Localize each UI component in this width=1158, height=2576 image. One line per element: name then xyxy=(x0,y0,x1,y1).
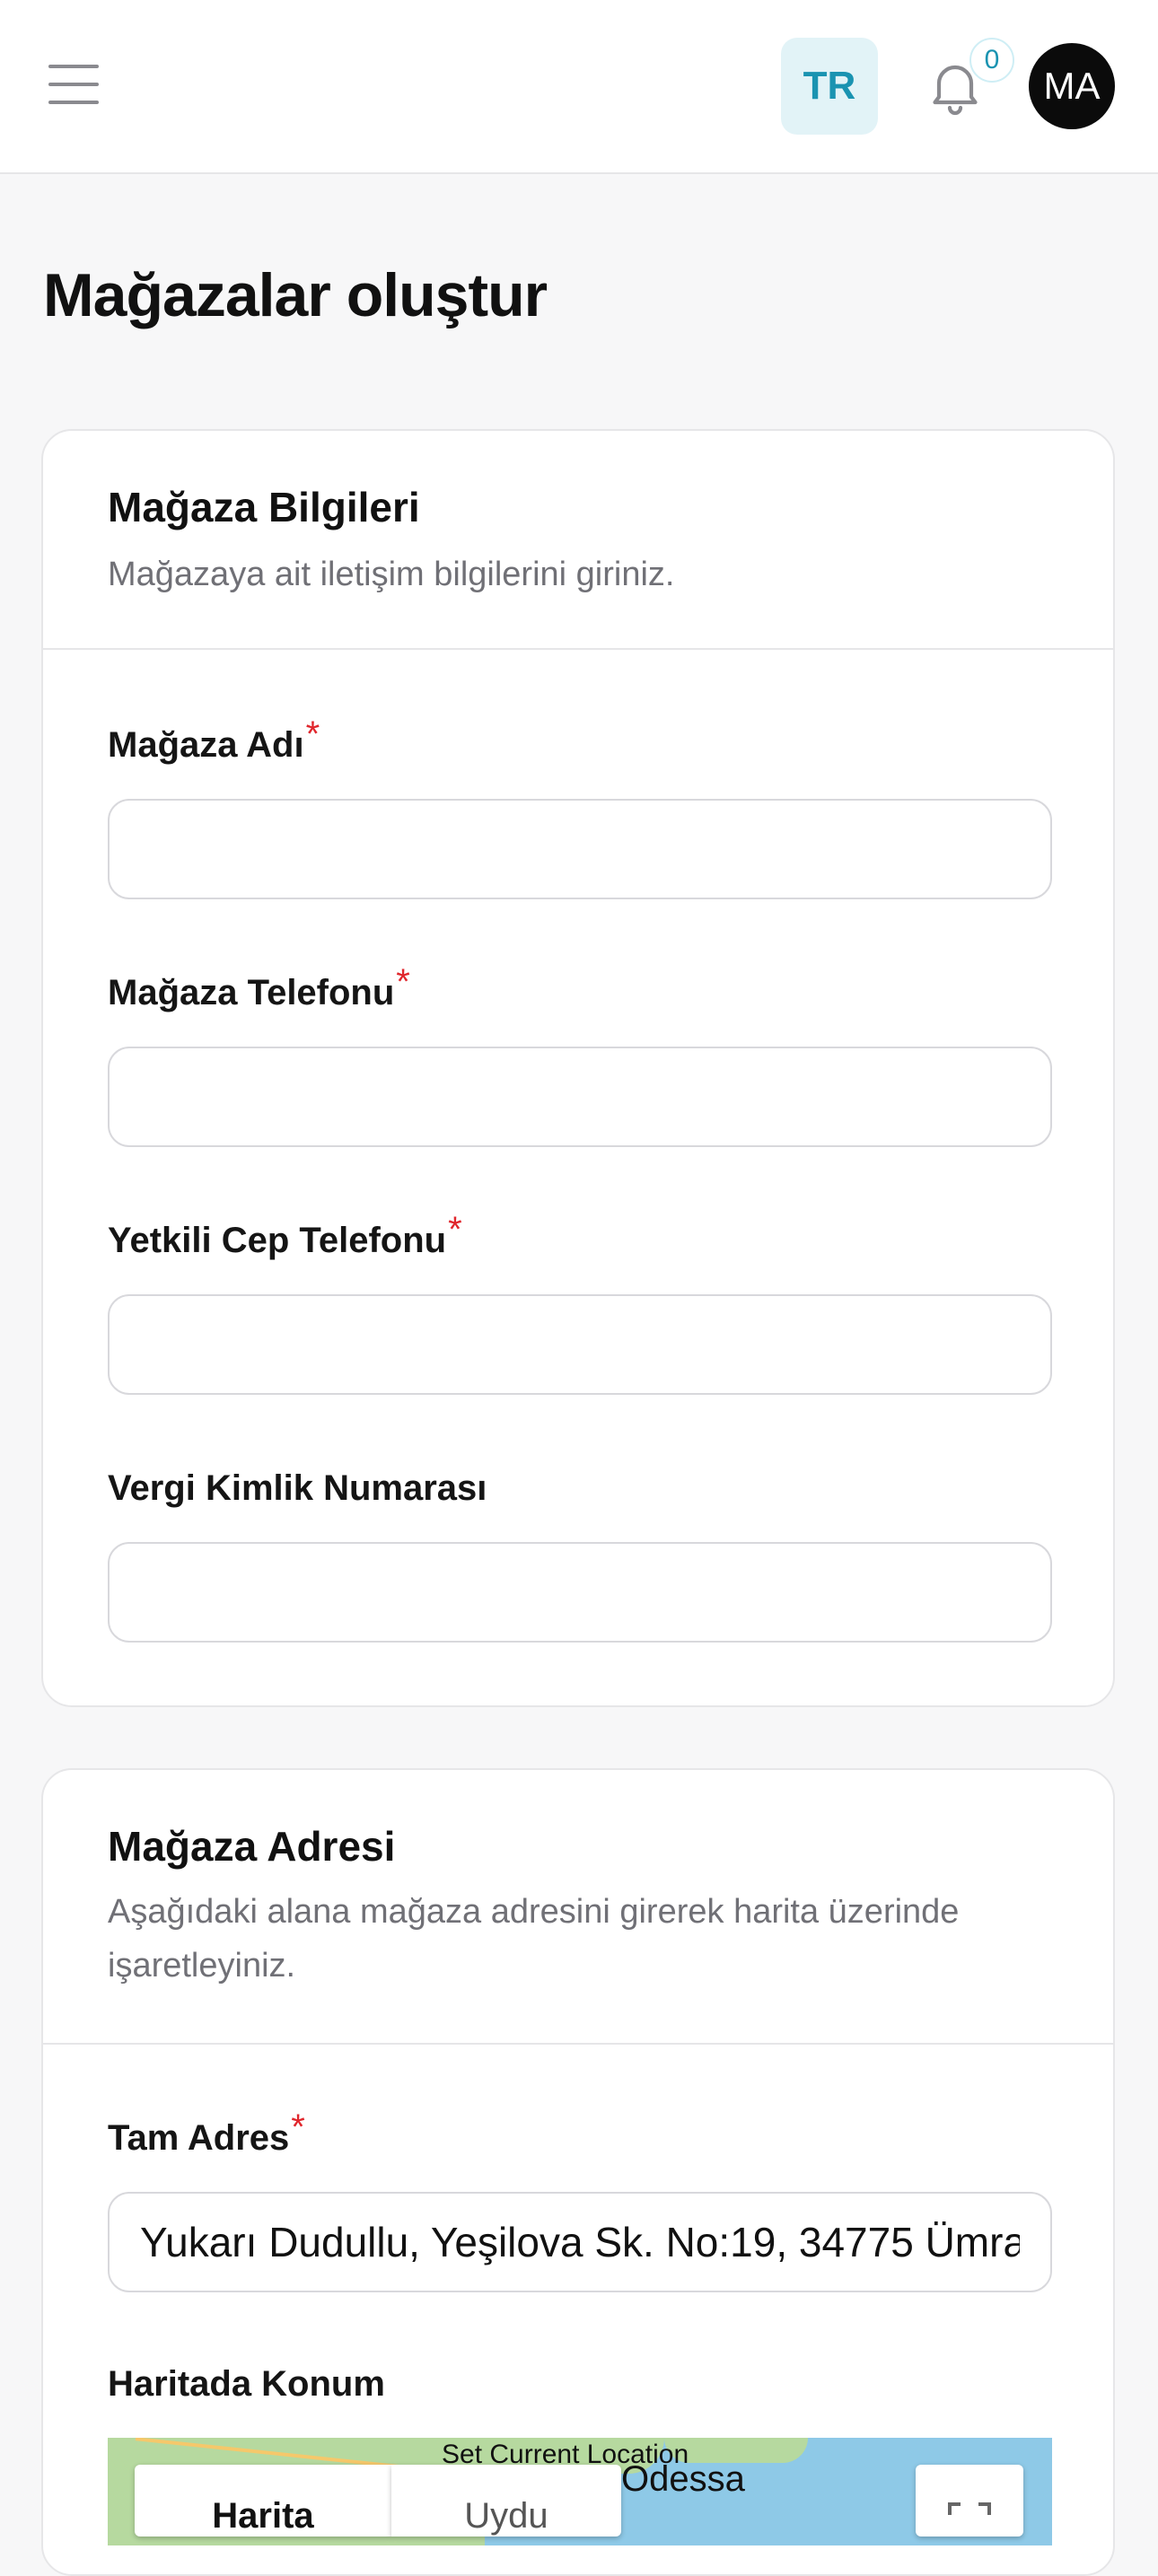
tax-id-input[interactable] xyxy=(108,1542,1052,1643)
fullscreen-icon[interactable] xyxy=(916,2465,1023,2537)
store-info-card: Mağaza Bilgileri Mağazaya ait iletişim b… xyxy=(41,429,1115,1707)
authorized-mobile-label: Yetkili Cep Telefonu* xyxy=(108,1210,462,1260)
top-bar: TR 0 MA xyxy=(0,0,1158,174)
required-marker: * xyxy=(291,2107,305,2147)
full-address-label: Tam Adres* xyxy=(108,2107,305,2158)
full-address-input[interactable] xyxy=(108,2192,1052,2292)
map-type-map-button[interactable]: Harita xyxy=(135,2465,391,2537)
map-location-label: Haritada Konum xyxy=(108,2364,385,2404)
store-name-input[interactable] xyxy=(108,799,1052,899)
store-info-card-header: Mağaza Bilgileri Mağazaya ait iletişim b… xyxy=(43,431,1113,650)
store-address-title: Mağaza Adresi xyxy=(108,1823,396,1870)
required-marker: * xyxy=(396,962,410,1002)
store-phone-label: Mağaza Telefonu* xyxy=(108,962,410,1012)
store-address-description: Aşağıdaki alana mağaza adresini girerek … xyxy=(108,1893,960,1985)
tax-id-label: Vergi Kimlik Numarası xyxy=(108,1468,487,1508)
location-map[interactable]: Set Current Location Odessa Harita Uydu xyxy=(108,2438,1052,2545)
store-address-card: Mağaza Adresi Aşağıdaki alana mağaza adr… xyxy=(41,1768,1115,2576)
page-title: Mağazalar oluştur xyxy=(43,261,548,329)
store-info-description: Mağazaya ait iletişim bilgilerini girini… xyxy=(108,556,675,593)
store-address-card-header: Mağaza Adresi Aşağıdaki alana mağaza adr… xyxy=(43,1770,1113,2045)
store-info-title: Mağaza Bilgileri xyxy=(108,484,420,530)
avatar[interactable]: MA xyxy=(1029,43,1115,129)
store-name-label: Mağaza Adı* xyxy=(108,714,320,765)
notification-count-badge: 0 xyxy=(969,38,1014,83)
store-phone-input[interactable] xyxy=(108,1047,1052,1147)
required-marker: * xyxy=(305,714,320,754)
map-type-satellite-button[interactable]: Uydu xyxy=(391,2465,621,2537)
required-marker: * xyxy=(448,1210,462,1249)
authorized-mobile-input[interactable] xyxy=(108,1294,1052,1395)
map-place-label: Odessa xyxy=(621,2459,745,2499)
language-button[interactable]: TR xyxy=(781,38,878,135)
menu-icon[interactable] xyxy=(48,65,99,104)
